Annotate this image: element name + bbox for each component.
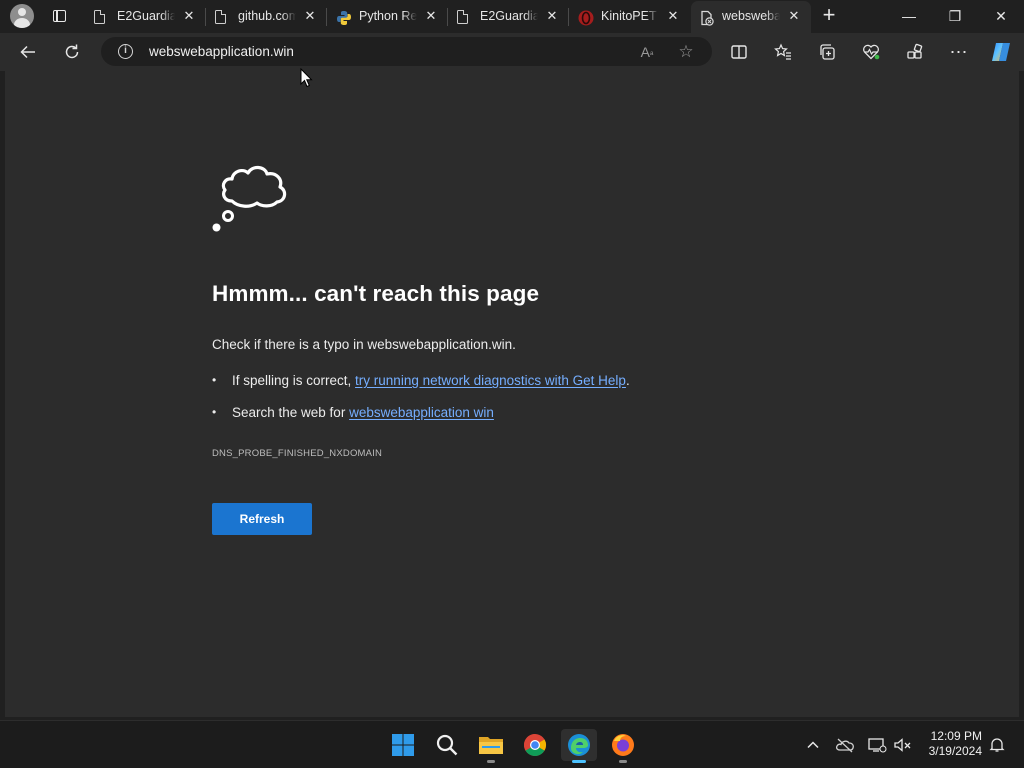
suggestion-text: Search the web for xyxy=(232,405,350,420)
tab-e2guardian-1[interactable]: E2Guardian ✕ xyxy=(86,1,206,33)
typo-hint: Check if there is a typo in webswebappli… xyxy=(212,337,516,352)
read-aloud-icon[interactable]: Aᵃ xyxy=(636,41,658,63)
new-tab-button[interactable]: + xyxy=(819,4,839,26)
back-arrow-icon xyxy=(20,45,35,59)
network-diagnostics-link[interactable]: try running network diagnostics with Get… xyxy=(355,373,626,388)
minimize-button[interactable]: — xyxy=(886,0,932,32)
chevron-up-icon xyxy=(807,741,819,749)
tab-close-icon[interactable]: ✕ xyxy=(303,9,317,23)
site-info-icon[interactable]: i xyxy=(118,44,133,59)
collections-button[interactable] xyxy=(812,37,842,67)
tab-webswebapplication[interactable]: webswebapplication.win ✕ xyxy=(691,1,811,33)
settings-more-button[interactable]: ⋯ xyxy=(944,37,974,67)
notifications-button[interactable] xyxy=(986,735,1008,755)
firefox-icon xyxy=(612,734,634,756)
windows-logo-icon xyxy=(392,734,414,756)
mouse-cursor-icon xyxy=(300,68,313,88)
page-title: Hmmm... can't reach this page xyxy=(212,281,540,306)
address-url[interactable]: webswebapplication.win xyxy=(149,44,294,59)
document-icon xyxy=(215,9,229,25)
tab-actions-icon[interactable] xyxy=(50,7,70,25)
tab-title: E2Guardian xyxy=(480,9,538,25)
search-icon xyxy=(436,734,458,756)
tab-close-icon[interactable]: ✕ xyxy=(424,9,438,23)
edge-button[interactable] xyxy=(561,729,597,763)
tab-kinitopet[interactable]: KinitoPET ✕ xyxy=(570,1,690,33)
tab-strip: E2Guardian ✕ github.com ✕ Python Re ✕ E2… xyxy=(0,0,1024,33)
error-code: DNS_PROBE_FINISHED_NXDOMAIN xyxy=(212,448,383,459)
address-bar[interactable]: i webswebapplication.win Aᵃ ☆ xyxy=(101,37,712,66)
clock-date: 3/19/2024 xyxy=(928,744,982,758)
tab-close-icon[interactable]: ✕ xyxy=(787,9,801,23)
kinito-icon xyxy=(578,10,594,26)
network-icon[interactable] xyxy=(866,735,888,755)
bell-icon xyxy=(989,738,1005,752)
tab-close-icon[interactable]: ✕ xyxy=(545,9,559,23)
extensions-icon xyxy=(907,43,923,59)
search-web-link[interactable]: webswebapplication win xyxy=(349,405,494,420)
favorites-button[interactable] xyxy=(768,37,798,67)
firefox-button[interactable] xyxy=(605,729,641,763)
reload-icon xyxy=(65,44,79,59)
tab-title: github.com xyxy=(238,9,296,25)
list-item: Search the web for webswebapplication wi… xyxy=(212,405,630,437)
collections-icon xyxy=(820,44,835,60)
copilot-icon xyxy=(992,43,1010,61)
extensions-button[interactable] xyxy=(900,37,930,67)
tab-title: Python Re xyxy=(359,9,417,25)
tab-close-icon[interactable]: ✕ xyxy=(182,9,196,23)
folder-icon xyxy=(479,737,503,754)
tab-python[interactable]: Python Re ✕ xyxy=(328,1,448,33)
file-explorer-button[interactable] xyxy=(473,729,509,763)
tab-github[interactable]: github.com ✕ xyxy=(207,1,327,33)
clock[interactable]: 12:09 PM 3/19/2024 xyxy=(916,729,982,759)
close-window-button[interactable]: ✕ xyxy=(978,0,1024,32)
error-page-icon xyxy=(699,10,714,26)
volume-muted-icon[interactable] xyxy=(892,735,914,755)
tab-title: KinitoPET xyxy=(601,9,659,25)
chrome-icon xyxy=(524,734,546,756)
suggestion-text: If spelling is correct, xyxy=(232,373,356,388)
tab-title: E2Guardian xyxy=(117,9,175,25)
copilot-button[interactable] xyxy=(986,37,1016,67)
heart-pulse-icon xyxy=(863,44,880,60)
chrome-button[interactable] xyxy=(517,729,553,761)
tab-close-icon[interactable]: ✕ xyxy=(666,9,680,23)
refresh-button[interactable]: Refresh xyxy=(212,503,312,535)
document-icon xyxy=(457,9,471,25)
split-screen-button[interactable] xyxy=(724,37,754,67)
tab-e2guardian-2[interactable]: E2Guardian ✕ xyxy=(449,1,569,33)
search-button[interactable] xyxy=(429,729,465,761)
document-icon xyxy=(94,9,108,25)
restore-button[interactable]: ❐ xyxy=(932,0,978,32)
browser-essentials-button[interactable] xyxy=(856,37,886,67)
start-button[interactable] xyxy=(385,729,421,761)
reload-button[interactable] xyxy=(57,37,87,67)
python-icon xyxy=(336,10,351,25)
profile-avatar-icon[interactable] xyxy=(10,4,34,28)
split-screen-icon xyxy=(731,45,747,59)
clock-time: 12:09 PM xyxy=(930,729,982,743)
taskbar: 12:09 PM 3/19/2024 xyxy=(0,720,1024,768)
back-button[interactable] xyxy=(13,37,43,67)
edge-icon xyxy=(568,734,590,756)
suggestion-suffix: . xyxy=(625,373,630,388)
error-page: Hmmm... can't reach this page Check if t… xyxy=(5,71,1019,717)
onedrive-icon[interactable] xyxy=(834,735,856,755)
show-hidden-icons-button[interactable] xyxy=(802,735,824,755)
suggestions-list: If spelling is correct, try running netw… xyxy=(212,373,630,437)
favorite-star-icon[interactable]: ☆ xyxy=(675,41,697,63)
tab-title: webswebapplication.win xyxy=(722,9,780,25)
browser-toolbar: i webswebapplication.win Aᵃ ☆ ⋯ xyxy=(0,33,1024,71)
favorites-icon xyxy=(774,43,791,60)
list-item: If spelling is correct, try running netw… xyxy=(212,373,630,405)
thought-cloud-icon xyxy=(212,165,287,232)
